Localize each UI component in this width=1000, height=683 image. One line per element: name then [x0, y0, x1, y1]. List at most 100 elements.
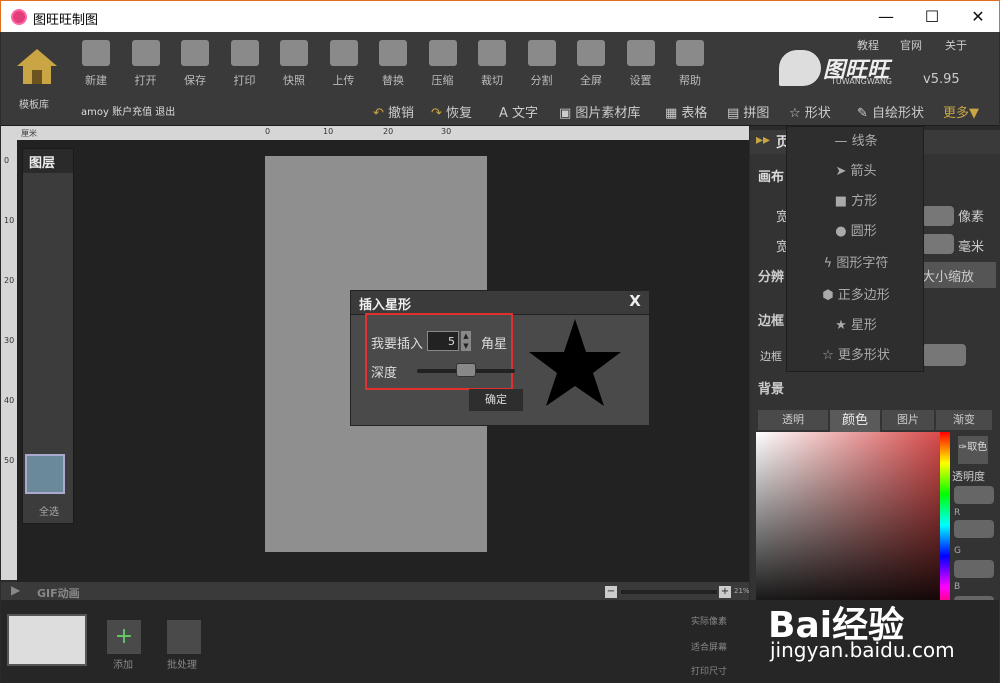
background-label: 背景 — [758, 382, 785, 397]
width-stepper[interactable] — [922, 206, 954, 226]
fit-screen-option[interactable]: 适合屏幕 — [691, 640, 727, 653]
tool-gear-button[interactable]: 设置 — [618, 40, 664, 100]
custom-shape-tool[interactable]: ✎ 自绘形状 — [857, 102, 924, 121]
tool-label: 快照 — [283, 74, 305, 87]
channel-r-input[interactable] — [954, 520, 994, 538]
menu-item-more-shapes[interactable]: ☆ 更多形状 — [787, 341, 925, 371]
title-bar: 图旺旺制图 — ☐ ✕ — [0, 0, 1000, 32]
more-button[interactable]: 更多▼ — [943, 102, 979, 121]
menu-item-glyph[interactable]: ϟ 图形字符 — [787, 249, 925, 279]
border-sub-label: 边框 — [760, 350, 782, 363]
menu-item-rectangle[interactable]: ■ 方形 — [787, 187, 925, 217]
table-tool[interactable]: ▦ 表格 — [665, 102, 707, 121]
color-picker-area[interactable] — [756, 432, 940, 618]
confirm-button[interactable]: 确定 — [469, 389, 523, 411]
menu-item-label: 图形字符 — [836, 256, 889, 271]
crop-icon — [527, 40, 556, 66]
compress-icon — [428, 40, 457, 66]
dialog-titlebar: 插入星形 X — [351, 291, 649, 315]
batch-label: 批处理 — [167, 660, 197, 671]
hue-slider[interactable] — [940, 432, 950, 618]
tool-crop-button[interactable]: 分割 — [519, 40, 565, 100]
canvas-section-label: 画布 — [758, 170, 785, 185]
menu-item-label: 正多边形 — [837, 288, 890, 303]
zoom-in-button[interactable]: + — [719, 586, 731, 598]
bg-tab-gradient[interactable]: 渐变 — [936, 410, 992, 430]
play-icon[interactable]: ▶ — [11, 583, 20, 597]
border-stepper[interactable] — [922, 344, 966, 366]
bg-tab-color[interactable]: 颜色 — [830, 410, 880, 432]
tool-save-button[interactable]: 保存 — [172, 40, 218, 100]
collage-tool[interactable]: ▤ 拼图 — [727, 102, 769, 121]
close-window-button[interactable]: ✕ — [955, 1, 1000, 32]
tool-help-button[interactable]: 帮助 — [667, 40, 713, 100]
template-lib-label: 模板库 — [19, 100, 49, 111]
scale-button[interactable]: 大小缩放 — [918, 262, 996, 288]
tool-new-file-button[interactable]: 新建 — [73, 40, 119, 100]
menu-item-circle[interactable]: ● 圆形 — [787, 217, 925, 247]
zoom-out-button[interactable]: − — [605, 586, 617, 598]
border-label: 边框 — [758, 314, 785, 329]
link-site[interactable]: 官网 — [900, 37, 922, 53]
text-tool[interactable]: A 文字 — [499, 102, 538, 121]
menu-item-star[interactable]: ★ 星形 — [787, 311, 925, 341]
account-links[interactable]: amoy 账户充值 退出 — [81, 103, 175, 118]
pick-color-button[interactable]: ✑取色 — [958, 436, 988, 464]
zoom-slider[interactable] — [621, 590, 717, 594]
star-suffix: 角星 — [481, 337, 508, 352]
square-icon: ■ — [834, 194, 848, 209]
channel-g-input[interactable] — [954, 560, 994, 578]
tool-camera-button[interactable]: 快照 — [271, 40, 317, 100]
channel-g-label: G — [954, 546, 961, 556]
minimize-button[interactable]: — — [863, 1, 909, 32]
batch-icon[interactable] — [167, 620, 201, 654]
version: v5.95 — [923, 72, 960, 87]
polygon-icon: ⬢ — [822, 288, 834, 303]
dialog-close-button[interactable]: X — [625, 292, 645, 312]
collage-label: 拼图 — [743, 106, 770, 121]
link-about[interactable]: 关于 — [945, 37, 967, 53]
add-frame-icon[interactable]: + — [107, 620, 141, 654]
maximize-button[interactable]: ☐ — [909, 1, 955, 32]
vruler-mark: 10 — [4, 216, 15, 225]
layers-title: 图层 — [23, 149, 73, 173]
menu-item-polygon[interactable]: ⬢ 正多边形 — [787, 281, 925, 311]
image-library-tool[interactable]: ▣ 图片素材库 — [559, 102, 640, 121]
menu-item-line[interactable]: — 线条 — [787, 127, 925, 157]
star-points-input[interactable]: 5 — [427, 331, 459, 351]
tool-replace-button[interactable]: 替换 — [370, 40, 416, 100]
menu-item-arrow[interactable]: ➤ 箭头 — [787, 157, 925, 187]
height-stepper[interactable] — [922, 234, 954, 254]
tool-scissors-button[interactable]: 裁切 — [469, 40, 515, 100]
menu-item-label: 星形 — [850, 318, 877, 333]
print-size-option[interactable]: 打印尺寸 — [691, 664, 727, 677]
select-all-button[interactable]: 全选 — [39, 503, 59, 518]
tool-label: 上传 — [332, 74, 355, 87]
points-spinner[interactable]: ▲ ▼ — [461, 331, 471, 351]
frame-thumbnail[interactable] — [7, 614, 87, 666]
ruler-mark: 20 — [383, 127, 394, 136]
table-label: 表格 — [681, 106, 708, 121]
bg-tab-transparent[interactable]: 透明 — [758, 410, 828, 430]
tool-monitor-button[interactable]: 全屏 — [568, 40, 614, 100]
zoom-value: 21% — [734, 587, 750, 595]
undo-button[interactable]: ↶ 撤销 — [373, 102, 414, 121]
actual-pixels-option[interactable]: 实际像素 — [691, 614, 727, 627]
layer-thumbnail[interactable] — [25, 454, 65, 494]
tool-printer-button[interactable]: 打印 — [222, 40, 268, 100]
depth-slider-thumb[interactable] — [456, 363, 477, 377]
shape-tool[interactable]: ☆ 形状 — [789, 102, 831, 121]
upload-icon — [329, 40, 358, 66]
bg-tab-image[interactable]: 图片 — [882, 410, 934, 430]
redo-button[interactable]: ↷ 恢复 — [431, 102, 472, 121]
shape-label: 形状 — [804, 106, 831, 121]
resolution-label: 分辨 — [758, 270, 785, 285]
template-lib-button[interactable] — [15, 46, 59, 86]
link-tutorial[interactable]: 教程 — [857, 37, 879, 53]
tool-folder-open-button[interactable]: 打开 — [123, 40, 169, 100]
tool-compress-button[interactable]: 压缩 — [420, 40, 466, 100]
tool-upload-button[interactable]: 上传 — [321, 40, 367, 100]
horizontal-ruler: 厘米 0 10 20 30 — [1, 126, 749, 140]
opacity-stepper[interactable] — [954, 486, 994, 504]
ruler-mark: 0 — [265, 127, 271, 136]
